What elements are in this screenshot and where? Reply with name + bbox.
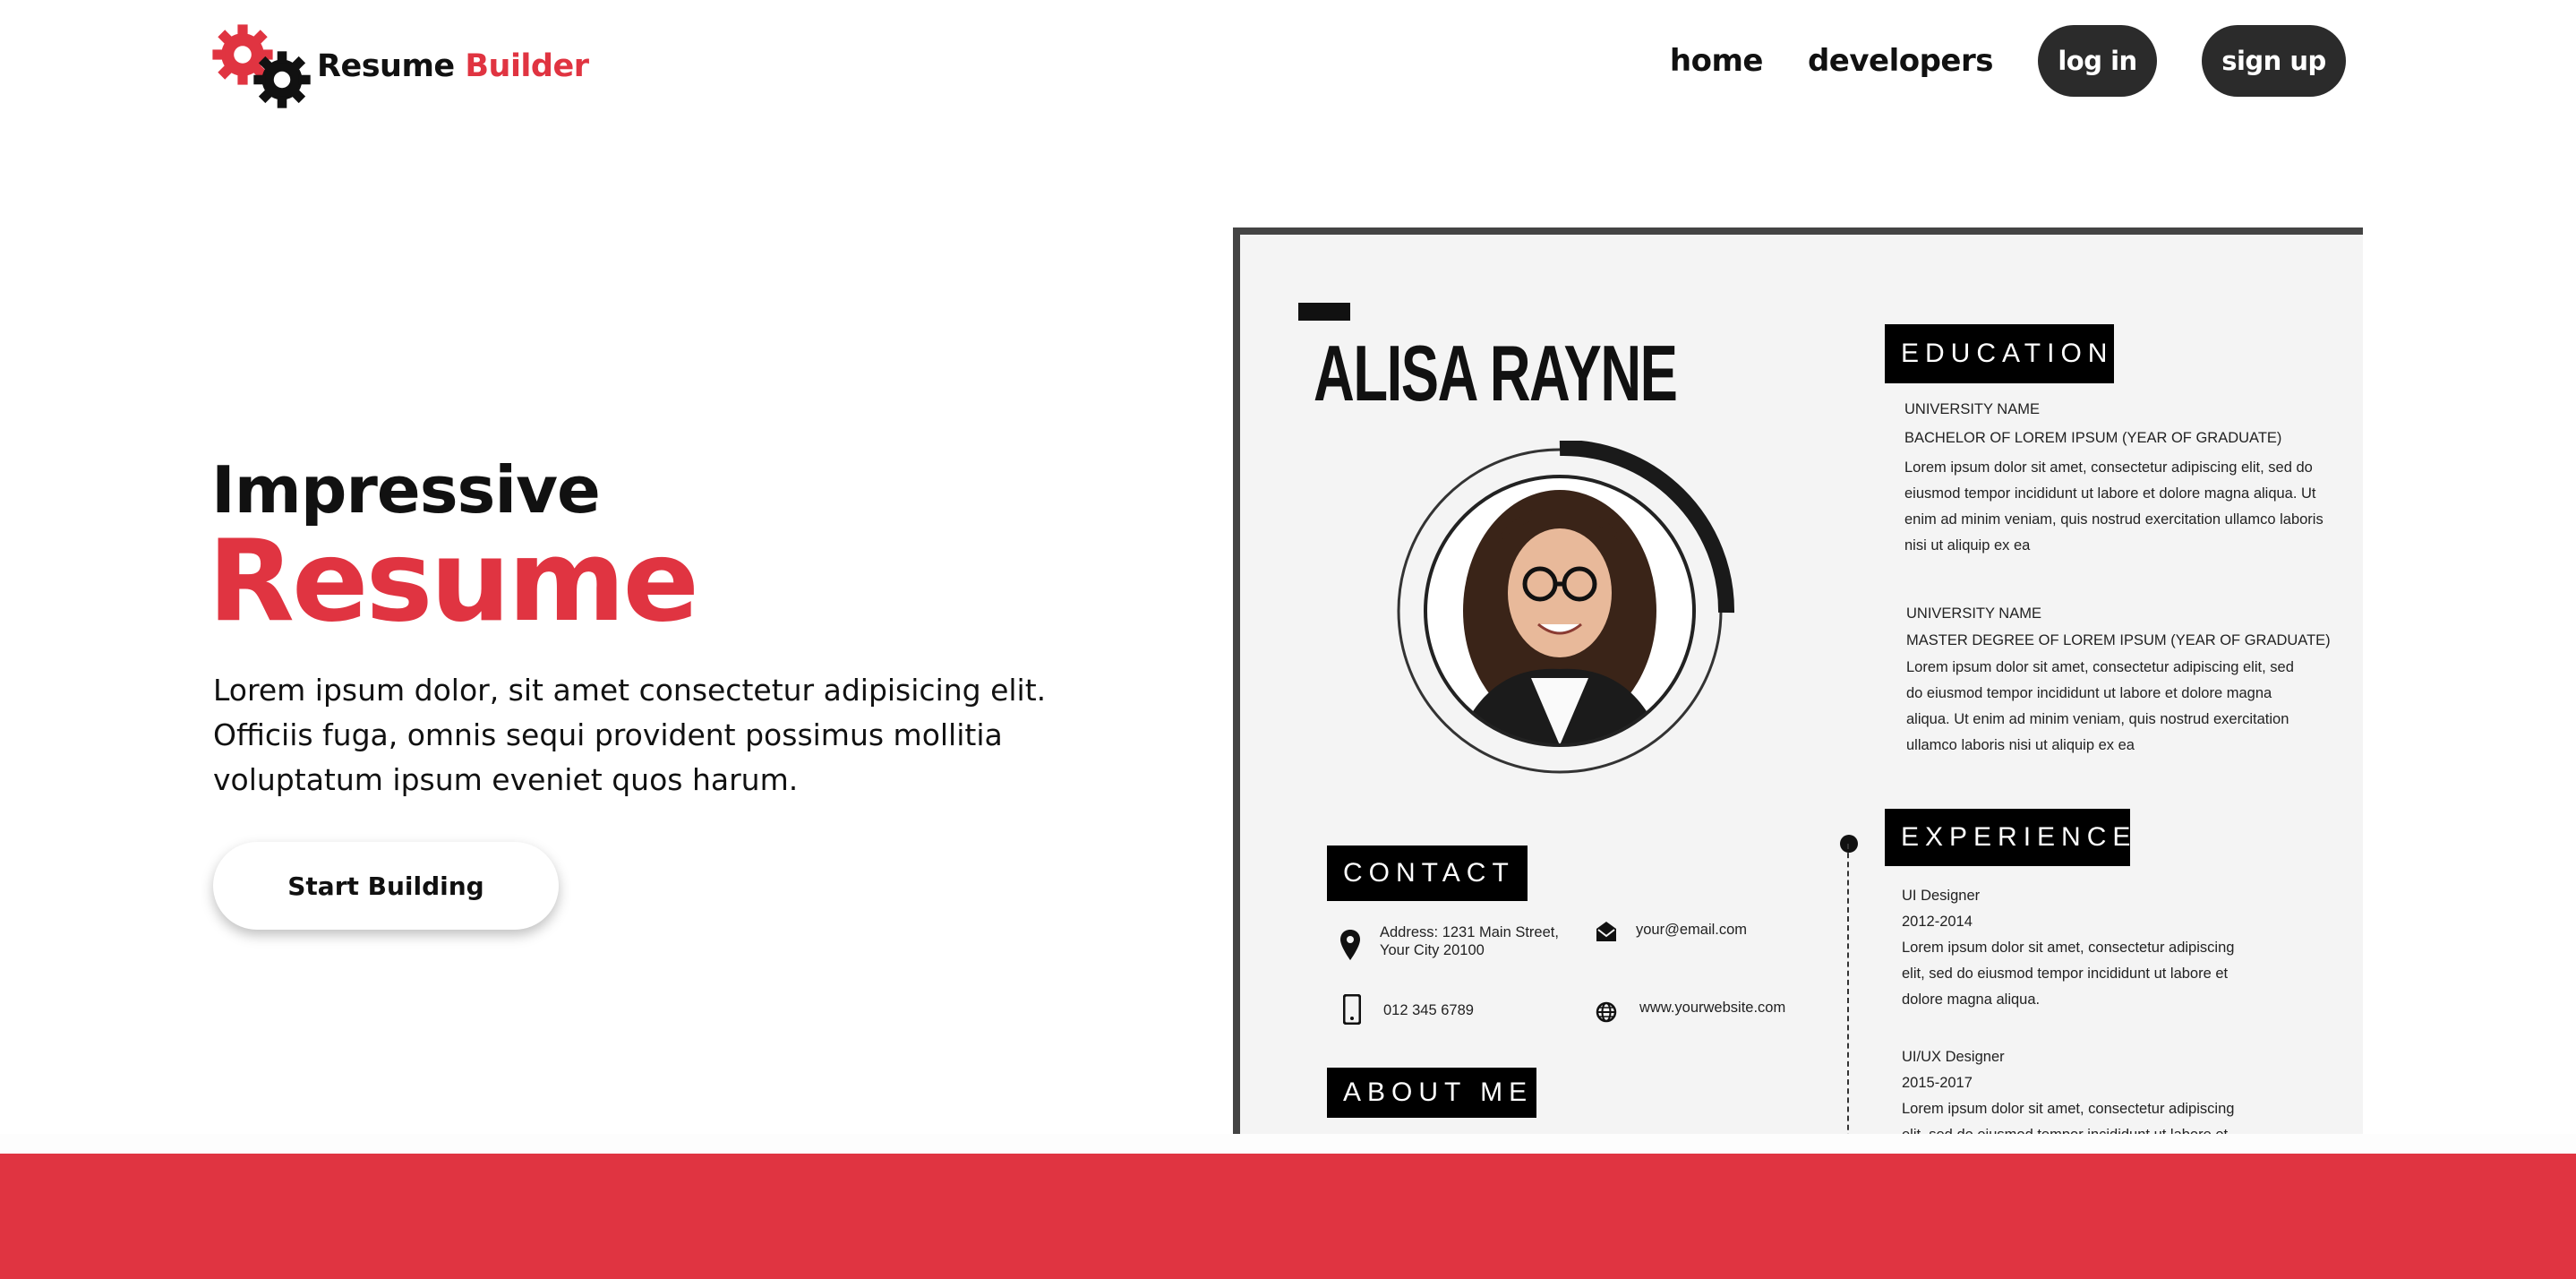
section-gap [0,1134,2576,1154]
edu1-degree: BACHELOR OF LOREM IPSUM (YEAR OF GRADUAT… [1904,430,2282,446]
timeline-dot [1840,835,1858,853]
exp1-line3: dolore magna aliqua. [1902,991,2041,1008]
resume-name: ALISA RAYNE [1314,329,1678,417]
login-button[interactable]: log in [2038,25,2157,97]
edu1-line1: Lorem ipsum dolor sit amet, consectetur … [1904,459,2313,476]
edu1-line3: enim ad minim veniam, quis nostrud exerc… [1904,511,2324,528]
exp1-line2: elit, sed do eiusmod tempor incididunt u… [1902,966,2229,982]
edu2-degree: MASTER DEGREE OF LOREM IPSUM (YEAR OF GR… [1906,632,2331,648]
brand-logo[interactable]: Resume Builder [211,23,589,109]
exp1-role: UI Designer [1902,888,1981,904]
name-accent-bar [1298,303,1350,321]
exp2-line2: elit, sed do eiusmod tempor incididunt u… [1902,1122,2228,1134]
brand-name-part2: Builder [465,48,589,84]
hero-description: Lorem ipsum dolor, sit amet consectetur … [213,673,1047,797]
edu2-line2: do eiusmod tempor incididunt ut labore e… [1906,685,2272,701]
edu2-line4: ullamco laboris nisi ut aliquip ex ea [1906,737,2135,753]
gear-logo-icon [211,23,315,109]
phone-icon [1343,994,1361,1025]
exp1-years: 2012-2014 [1902,914,1973,930]
edu2-line1: Lorem ipsum dolor sit amet, consectetur … [1906,659,2294,675]
main-nav: home developers log in sign up [1670,25,2346,97]
exp2-line1: Lorem ipsum dolor sit amet, consectetur … [1902,1101,2235,1117]
contact-phone: 012 345 6789 [1383,1002,1474,1018]
edu2-university: UNIVERSITY NAME [1906,605,2041,622]
brand-name-part1: Resume [317,48,455,84]
start-building-button[interactable]: Start Building [213,842,559,930]
contact-address-line2: Your City 20100 [1380,942,1485,958]
edu1-line2: eiusmod tempor incididunt ut labore et d… [1904,485,2316,502]
resume-preview: ALISA RAYNE EDUCATION UNIVERSITY NAME BA… [1233,227,2363,1134]
hero-title: Resume [208,515,699,647]
contact-address-line1: Address: 1231 Main Street, [1380,924,1559,940]
exp2-role: UI/UX Designer [1902,1049,2005,1065]
nav-home-link[interactable]: home [1670,43,1764,79]
globe-icon [1596,1001,1617,1023]
education-heading: EDUCATION [1885,324,2114,383]
brand-name: Resume Builder [317,48,589,84]
nav-developers-link[interactable]: developers [1808,43,1994,79]
experience-heading: EXPERIENCE [1885,809,2130,866]
edu1-university: UNIVERSITY NAME [1904,401,2040,417]
edu1-line4: nisi ut aliquip ex ea [1904,537,2031,554]
profile-photo [1397,441,1735,774]
envelope-icon [1596,922,1616,941]
signup-button[interactable]: sign up [2202,25,2346,97]
about-heading: ABOUT ME [1327,1068,1536,1118]
exp2-years: 2015-2017 [1902,1075,1973,1091]
contact-heading: CONTACT [1327,846,1528,901]
timeline-line [1847,844,1849,1134]
edu2-line3: aliqua. Ut enim ad minim veniam, quis no… [1906,711,2289,727]
contact-email: your@email.com [1636,922,1748,938]
footer-band [0,1154,2576,1279]
contact-website: www.yourwebsite.com [1639,1000,1786,1016]
location-pin-icon [1340,930,1360,960]
exp1-line1: Lorem ipsum dolor sit amet, consectetur … [1902,940,2235,956]
